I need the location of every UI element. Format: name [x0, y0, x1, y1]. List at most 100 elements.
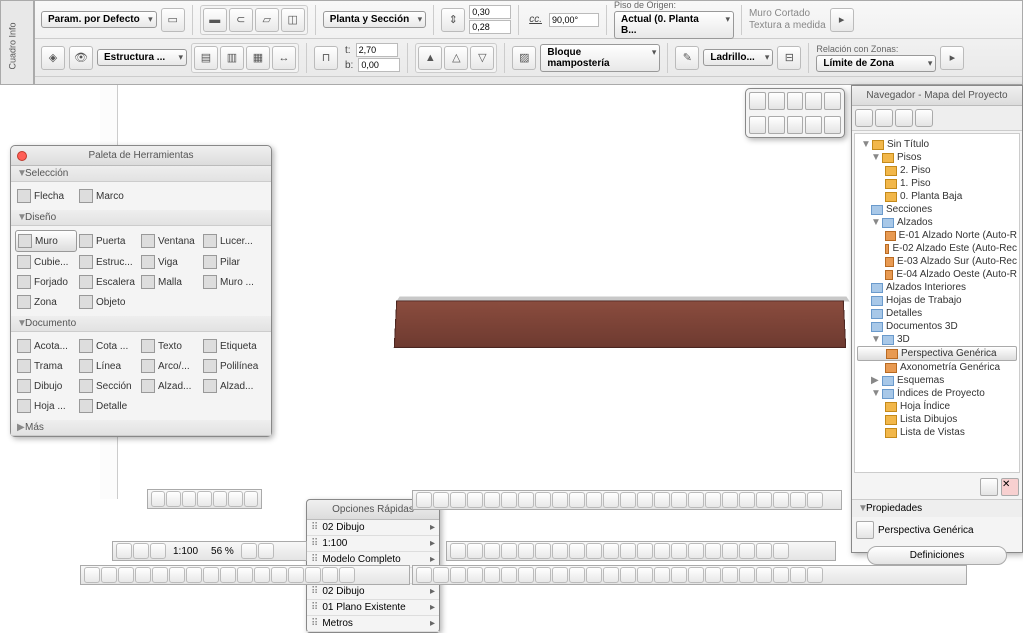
- tree-3d[interactable]: 3D: [897, 334, 910, 345]
- bt3-btn-17[interactable]: [705, 567, 721, 583]
- bt5-btn-6[interactable]: [244, 491, 258, 507]
- bt3-btn-18[interactable]: [722, 567, 738, 583]
- bt1-btn-22[interactable]: [790, 492, 806, 508]
- tree-detalles[interactable]: Detalles: [886, 308, 922, 319]
- bt1-btn-3[interactable]: [467, 492, 483, 508]
- geom-btn-1[interactable]: ▬: [203, 8, 227, 32]
- tool-escalera[interactable]: Escalera: [77, 272, 139, 292]
- mini-btn-2[interactable]: [768, 92, 785, 110]
- mini-btn-6[interactable]: [749, 116, 766, 134]
- tool-texto[interactable]: Texto: [139, 336, 201, 356]
- tool-puerta[interactable]: Puerta: [77, 230, 139, 252]
- nav-tab-4[interactable]: [915, 109, 933, 127]
- tree-docs3d[interactable]: Documentos 3D: [886, 321, 958, 332]
- tree-secciones[interactable]: Secciones: [886, 204, 932, 215]
- sb-btn3[interactable]: [150, 543, 166, 559]
- bt3-btn-20[interactable]: [756, 567, 772, 583]
- bt1-btn-16[interactable]: [688, 492, 704, 508]
- bt3-btn-0[interactable]: [416, 567, 432, 583]
- bt1-btn-17[interactable]: [705, 492, 721, 508]
- nav-tab-1[interactable]: [855, 109, 873, 127]
- wall-tool-icon[interactable]: ▭: [161, 8, 185, 32]
- layer-icon[interactable]: ◈: [41, 46, 65, 70]
- sb-btn1[interactable]: [116, 543, 132, 559]
- nav-tab-2[interactable]: [875, 109, 893, 127]
- bt2-btn-0[interactable]: [450, 543, 466, 559]
- drag-handle-icon[interactable]: ⠿: [311, 602, 318, 613]
- info-box-tab[interactable]: Cuadro Info: [0, 0, 34, 85]
- bt4-btn-11[interactable]: [271, 567, 287, 583]
- drag-handle-icon[interactable]: ⠿: [311, 538, 318, 549]
- bt3-btn-16[interactable]: [688, 567, 704, 583]
- bt3-btn-4[interactable]: [484, 567, 500, 583]
- project-tree[interactable]: ▼Sin Título ▼Pisos 2. Piso 1. Piso 0. Pl…: [854, 133, 1020, 473]
- tool-seccin[interactable]: Sección: [77, 376, 139, 396]
- geom-btn-4[interactable]: ◫: [281, 8, 305, 32]
- bt2-btn-17[interactable]: [739, 543, 755, 559]
- tree-pisos[interactable]: Pisos: [897, 152, 921, 163]
- sb-btn4[interactable]: [241, 543, 257, 559]
- bt2-btn-19[interactable]: [773, 543, 789, 559]
- ref-btn-3[interactable]: ▦: [246, 46, 270, 70]
- tool-lnea[interactable]: Línea: [77, 356, 139, 376]
- tool-arco[interactable]: Arco/...: [139, 356, 201, 376]
- nav-delete-icon[interactable]: ✕: [1001, 478, 1019, 496]
- bt2-btn-1[interactable]: [467, 543, 483, 559]
- wall-3d-model[interactable]: [394, 300, 847, 348]
- bt1-btn-21[interactable]: [773, 492, 789, 508]
- bt3-btn-21[interactable]: [773, 567, 789, 583]
- bt2-btn-8[interactable]: [586, 543, 602, 559]
- quickopt-row-4[interactable]: ⠿02 Dibujo▸: [307, 584, 439, 600]
- bt2-btn-12[interactable]: [654, 543, 670, 559]
- bt1-btn-13[interactable]: [637, 492, 653, 508]
- mini-btn-1[interactable]: [749, 92, 766, 110]
- profile-2[interactable]: △: [444, 46, 468, 70]
- bt1-btn-7[interactable]: [535, 492, 551, 508]
- bt4-btn-12[interactable]: [288, 567, 304, 583]
- section-design[interactable]: Diseño: [25, 212, 56, 223]
- tree-listavistas[interactable]: Lista de Vistas: [900, 427, 965, 438]
- tool-marco[interactable]: Marco: [77, 186, 139, 206]
- tree-alzados[interactable]: Alzados: [897, 217, 933, 228]
- tree-alz1[interactable]: E-01 Alzado Norte (Auto-R: [899, 230, 1017, 241]
- bt2-btn-3[interactable]: [501, 543, 517, 559]
- origin-floor-select[interactable]: Actual (0. Planta B...: [614, 11, 734, 39]
- hatch-icon[interactable]: ▨: [512, 46, 536, 70]
- b-input[interactable]: [358, 58, 400, 72]
- bt1-btn-15[interactable]: [671, 492, 687, 508]
- properties-label[interactable]: Propiedades: [866, 503, 922, 514]
- section-document[interactable]: Documento: [25, 318, 76, 329]
- tool-etiqueta[interactable]: Etiqueta: [201, 336, 263, 356]
- bt2-btn-13[interactable]: [671, 543, 687, 559]
- tool-viga[interactable]: Viga: [139, 252, 201, 272]
- tree-alz2[interactable]: E-02 Alzado Este (Auto-Rec: [892, 243, 1017, 254]
- zone-relation-select[interactable]: Límite de Zona: [816, 55, 936, 72]
- ref-btn-1[interactable]: ▤: [194, 46, 218, 70]
- bt1-btn-1[interactable]: [433, 492, 449, 508]
- bt1-btn-11[interactable]: [603, 492, 619, 508]
- sb-btn2[interactable]: [133, 543, 149, 559]
- bt3-btn-11[interactable]: [603, 567, 619, 583]
- drag-handle-icon[interactable]: ⠿: [311, 586, 318, 597]
- bt4-btn-13[interactable]: [305, 567, 321, 583]
- bt5-btn-3[interactable]: [197, 491, 211, 507]
- tree-esquemas[interactable]: Esquemas: [897, 375, 944, 386]
- tree-indices[interactable]: Índices de Proyecto: [897, 388, 985, 399]
- navigator-title[interactable]: Navegador - Mapa del Proyecto: [852, 86, 1022, 106]
- bt1-btn-12[interactable]: [620, 492, 636, 508]
- surface-select[interactable]: Ladrillo...: [703, 49, 773, 66]
- bt4-btn-15[interactable]: [339, 567, 355, 583]
- bt2-btn-11[interactable]: [637, 543, 653, 559]
- tree-listadib[interactable]: Lista Dibujos: [900, 414, 957, 425]
- tool-estruc[interactable]: Estruc...: [77, 252, 139, 272]
- bt4-btn-7[interactable]: [203, 567, 219, 583]
- bt3-btn-12[interactable]: [620, 567, 636, 583]
- geom-btn-2[interactable]: ⊂: [229, 8, 253, 32]
- nav-tab-3[interactable]: [895, 109, 913, 127]
- tool-alzad[interactable]: Alzad...: [139, 376, 201, 396]
- bt5-btn-0[interactable]: [151, 491, 165, 507]
- bt1-btn-20[interactable]: [756, 492, 772, 508]
- tool-trama[interactable]: Trama: [15, 356, 77, 376]
- bt4-btn-2[interactable]: [118, 567, 134, 583]
- tool-cota[interactable]: Cota ...: [77, 336, 139, 356]
